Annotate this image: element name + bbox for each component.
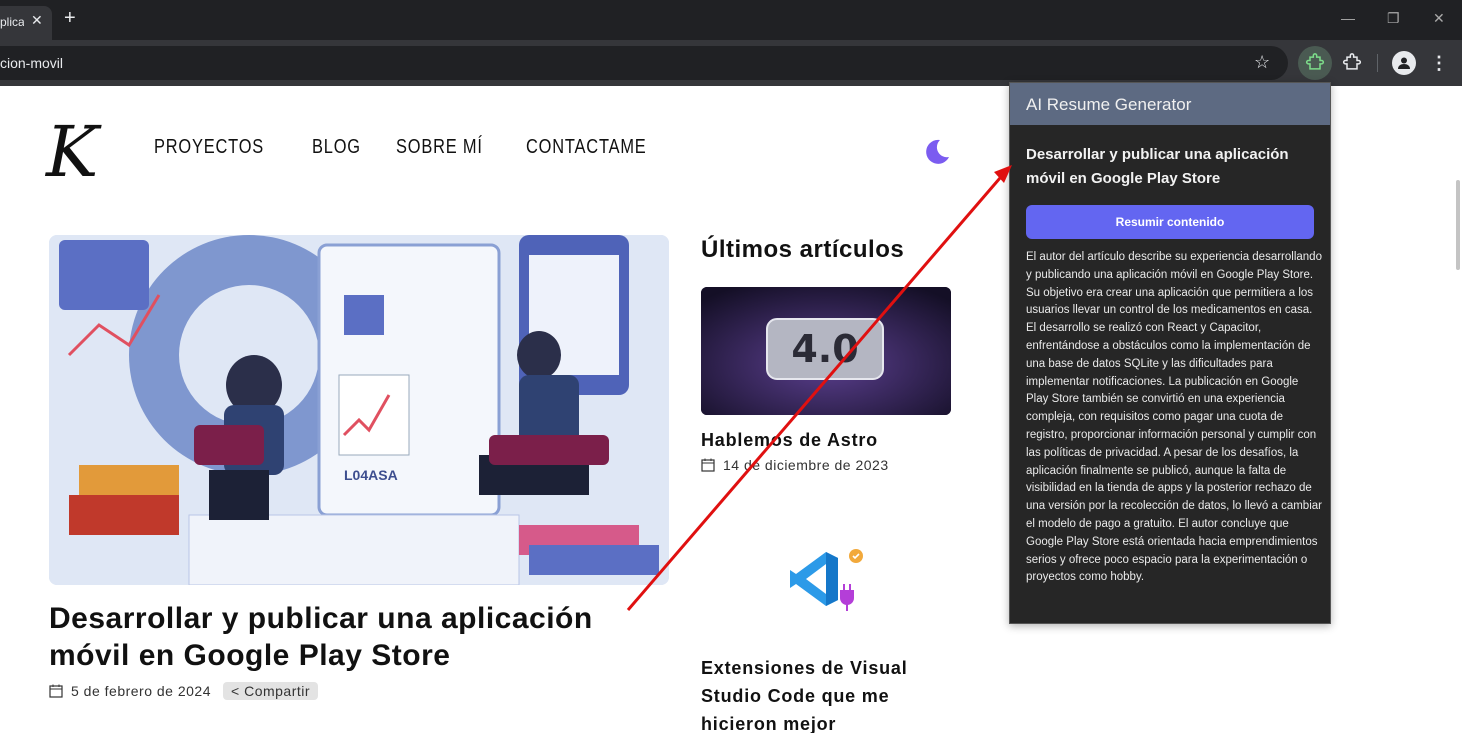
post-title[interactable]: Desarrollar y publicar una aplicación mó… xyxy=(49,600,669,674)
star-icon[interactable]: ☆ xyxy=(1254,52,1270,73)
article-title-vscode[interactable]: Extensiones de Visual Studio Code que me… xyxy=(701,654,941,733)
profile-icon[interactable] xyxy=(1392,51,1416,75)
window-close-icon[interactable]: ✕ xyxy=(1433,10,1445,27)
tab-title: plica xyxy=(0,15,24,29)
popup-article-title: Desarrollar y publicar una aplicación mó… xyxy=(1026,146,1289,187)
browser-toolbar: cion-movil ☆ ⋮ xyxy=(0,40,1462,86)
nav-proyectos[interactable]: PROYECTOS xyxy=(154,136,264,159)
nav-sobre-mi[interactable]: SOBRE MÍ xyxy=(396,136,483,159)
nav-blog[interactable]: BLOG xyxy=(312,136,361,159)
article-date-astro: 14 de diciembre de 2023 xyxy=(723,457,889,473)
ai-resume-generator-popup: AI Resume Generator Desarrollar y public… xyxy=(1009,82,1331,624)
summarize-button[interactable]: Resumir contenido xyxy=(1026,205,1314,239)
share-icon: < xyxy=(231,683,240,699)
popup-header: AI Resume Generator xyxy=(1010,83,1330,125)
extensions-puzzle-icon[interactable] xyxy=(1338,48,1366,78)
share-button[interactable]: < Compartir xyxy=(223,682,319,700)
site-nav: PROYECTOS BLOG SOBRE MÍ CONTACTAME xyxy=(154,136,673,159)
ai-extension-puzzle-icon[interactable] xyxy=(1298,46,1332,80)
restore-icon[interactable]: ❐ xyxy=(1387,10,1400,27)
summary-text: El autor del artículo describe su experi… xyxy=(1026,251,1322,584)
post-date: 5 de febrero de 2024 xyxy=(71,683,211,699)
article-title-astro[interactable]: Hablemos de Astro xyxy=(701,430,878,451)
site-logo[interactable]: K xyxy=(46,112,98,192)
more-vert-icon[interactable]: ⋮ xyxy=(1430,51,1448,75)
thumbnail-version-text: 4.0 xyxy=(791,327,858,371)
vscode-icon[interactable] xyxy=(786,546,866,621)
calendar-icon xyxy=(701,458,715,472)
post-meta: 5 de febrero de 2024 < Compartir xyxy=(49,682,319,700)
minimize-icon[interactable]: — xyxy=(1341,10,1355,26)
article-thumbnail-astro[interactable]: 4.0 xyxy=(701,287,951,415)
page-scrollbar-thumb[interactable] xyxy=(1456,180,1460,270)
article-meta-astro: 14 de diciembre de 2023 xyxy=(701,457,889,473)
moon-icon[interactable] xyxy=(921,137,951,172)
post-hero-image[interactable]: L04ASA xyxy=(49,235,669,585)
new-tab-plus-icon[interactable]: + xyxy=(64,8,76,28)
toolbar-divider xyxy=(1377,54,1378,72)
sidebar-heading: Últimos artículos xyxy=(701,236,905,263)
url-text: cion-movil xyxy=(0,55,64,71)
nav-contactame[interactable]: CONTACTAME xyxy=(526,136,647,159)
browser-tabstrip: plica ✕ + — ❐ ✕ xyxy=(0,0,1462,40)
share-label: Compartir xyxy=(244,683,311,699)
calendar-icon xyxy=(49,684,63,698)
close-icon[interactable]: ✕ xyxy=(31,12,43,29)
browser-tab[interactable]: plica ✕ xyxy=(0,6,52,40)
address-bar[interactable]: cion-movil ☆ xyxy=(0,46,1288,80)
svg-text:L04ASA: L04ASA xyxy=(344,467,398,483)
